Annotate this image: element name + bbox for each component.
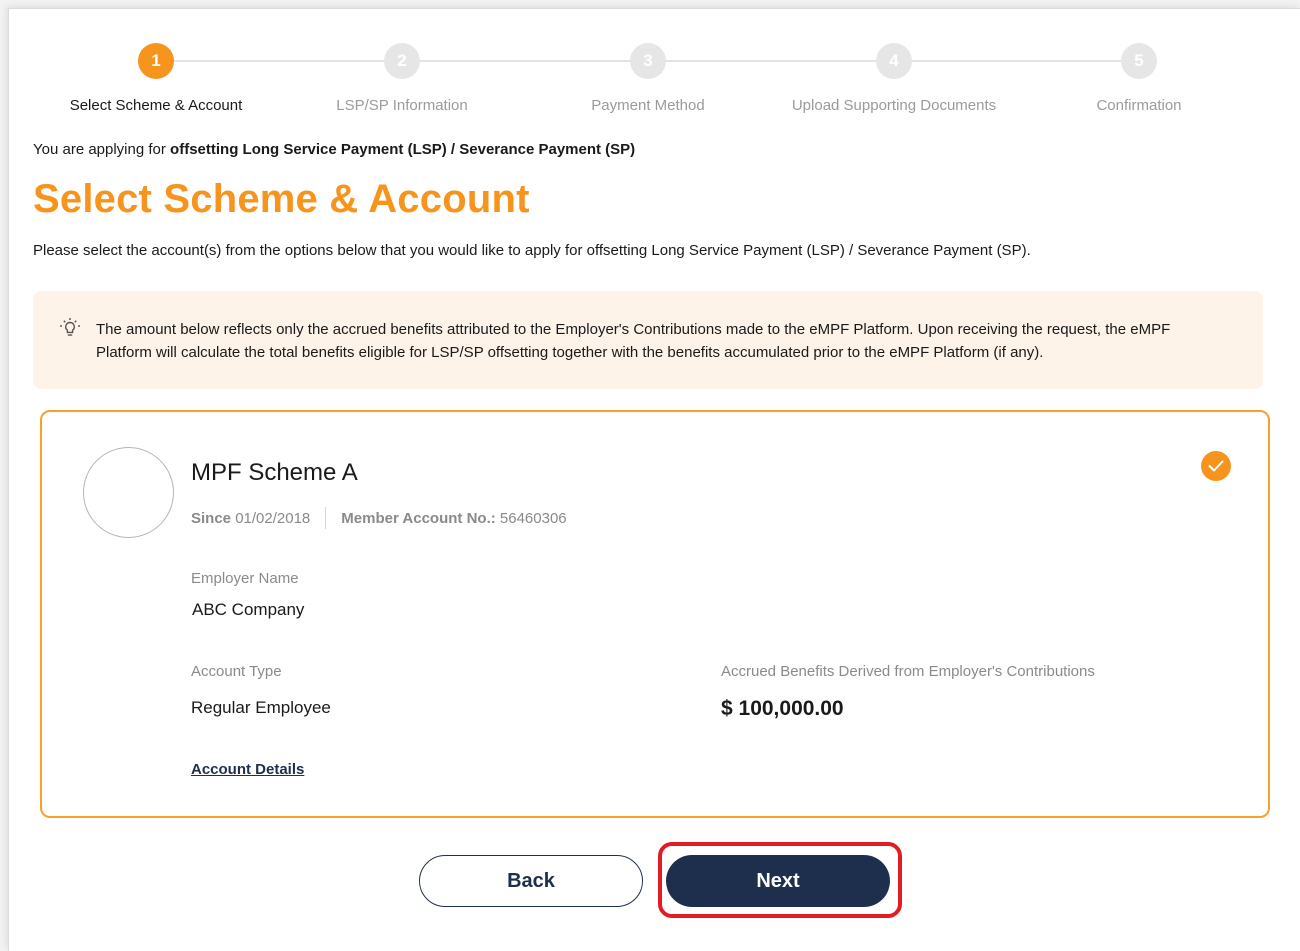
scheme-name: MPF Scheme A: [191, 459, 358, 486]
step-connector: [666, 60, 876, 62]
lightbulb-icon: [59, 317, 81, 339]
page: 1 2 3 4 5 Select Scheme & Account LSP/SP…: [8, 8, 1300, 951]
applying-subject: offsetting Long Service Payment (LSP) / …: [170, 141, 636, 158]
account-meta: Since 01/02/2018 Member Account No.: 564…: [191, 507, 567, 529]
notice-text: The amount below reflects only the accru…: [96, 321, 1171, 361]
back-button[interactable]: Back: [419, 855, 643, 907]
member-account-number: 56460306: [499, 509, 567, 527]
step-2-label: LSP/SP Information: [336, 97, 468, 114]
page-title: Select Scheme & Account: [33, 177, 530, 221]
applying-prefix: You are applying for: [33, 141, 171, 158]
since-label: Since: [191, 509, 232, 527]
step-1-indicator: 1: [138, 43, 174, 79]
next-button-highlight: [658, 842, 902, 918]
step-3-label: Payment Method: [591, 97, 705, 114]
selected-check-icon[interactable]: [1201, 451, 1231, 481]
member-account-label: Member Account No.:: [341, 509, 496, 527]
account-type-label: Account Type: [191, 663, 282, 680]
step-5-label: Confirmation: [1096, 97, 1182, 114]
since-date: 01/02/2018: [235, 509, 311, 527]
step-3-indicator: 3: [630, 43, 666, 79]
scheme-account-card[interactable]: MPF Scheme A Since 01/02/2018 Member Acc…: [40, 410, 1270, 818]
page-description: Please select the account(s) from the op…: [33, 242, 1031, 259]
info-notice: The amount below reflects only the accru…: [33, 291, 1263, 389]
step-1-label: Select Scheme & Account: [69, 97, 243, 114]
step-connector: [912, 60, 1122, 62]
account-details-link[interactable]: Account Details: [191, 761, 304, 778]
employer-name-label: Employer Name: [191, 570, 299, 587]
step-connector: [174, 60, 384, 62]
applying-for-text: You are applying for offsetting Long Ser…: [33, 141, 635, 158]
step-5-indicator: 5: [1121, 43, 1157, 79]
step-connector: [420, 60, 630, 62]
account-type-value: Regular Employee: [191, 698, 331, 717]
accrued-benefits-amount: $ 100,000.00: [721, 697, 844, 720]
scheme-logo-placeholder: [83, 447, 174, 538]
step-4-indicator: 4: [876, 43, 912, 79]
meta-divider: [325, 507, 327, 529]
employer-name-value: ABC Company: [192, 600, 305, 619]
step-2-indicator: 2: [384, 43, 420, 79]
step-4-label: Upload Supporting Documents: [791, 97, 997, 114]
accrued-benefits-label: Accrued Benefits Derived from Employer's…: [721, 663, 1095, 680]
progress-stepper: 1 2 3 4 5 Select Scheme & Account LSP/SP…: [9, 9, 1300, 129]
